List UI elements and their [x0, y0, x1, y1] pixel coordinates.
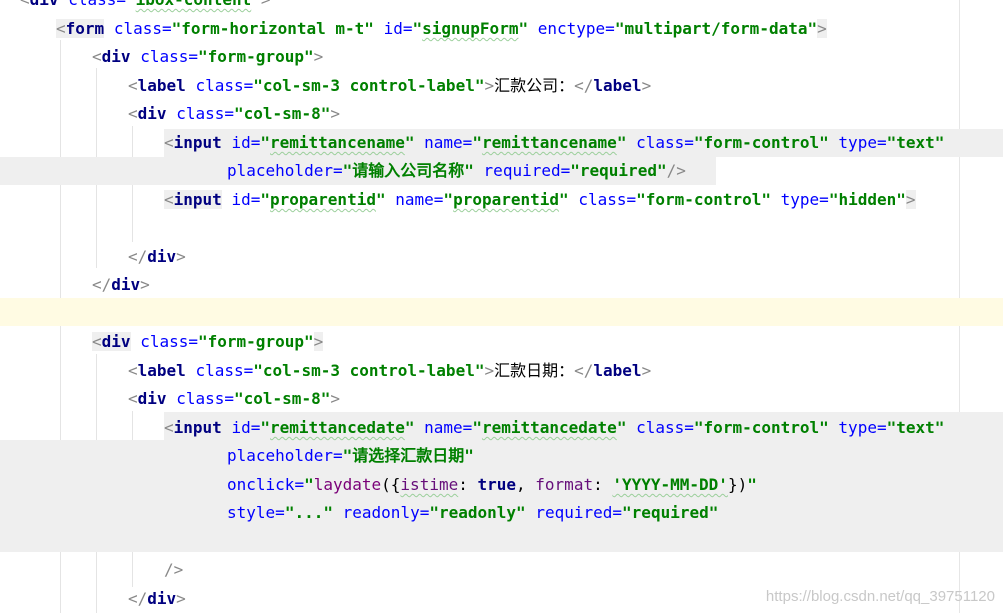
code-line[interactable]: <input id="remittancedate" name="remitta… [164, 414, 944, 442]
code-line[interactable]: <input id="remittancename" name="remitta… [164, 129, 1003, 157]
current-line-highlight[interactable] [0, 298, 1003, 326]
watermark: https://blog.csdn.net/qq_39751120 [765, 588, 995, 605]
code-line[interactable]: </div> [128, 243, 186, 271]
code-line[interactable]: <label class="col-sm-3 control-label">汇款… [128, 72, 651, 100]
code-line[interactable]: </div> [92, 271, 150, 299]
code-line[interactable]: /> [164, 556, 183, 584]
code-line[interactable]: style="..." readonly="readonly" required… [227, 499, 718, 527]
code-line[interactable]: <form class="form-horizontal m-t" id="si… [56, 15, 827, 43]
code-editor[interactable]: <div class="ibox-content"> <form class="… [0, 0, 1003, 613]
code-line[interactable]: onclick="laydate({istime: true, format: … [227, 471, 757, 499]
code-line[interactable]: placeholder="请选择汇款日期" [227, 442, 474, 470]
code-line[interactable]: <div class="form-group"> [92, 328, 324, 356]
code-line[interactable]: <input id="proparentid" name="proparenti… [164, 186, 916, 214]
code-line[interactable]: <div class="ibox-content"> [20, 0, 271, 14]
code-line[interactable]: </div> [128, 585, 186, 613]
code-line[interactable]: <div class="form-group"> [92, 43, 323, 71]
code-line[interactable]: placeholder="请输入公司名称" required="required… [0, 157, 716, 185]
code-line[interactable]: <label class="col-sm-3 control-label">汇款… [128, 357, 651, 385]
code-line[interactable]: <div class="col-sm-8"> [128, 385, 340, 413]
code-line[interactable]: <div class="col-sm-8"> [128, 100, 340, 128]
